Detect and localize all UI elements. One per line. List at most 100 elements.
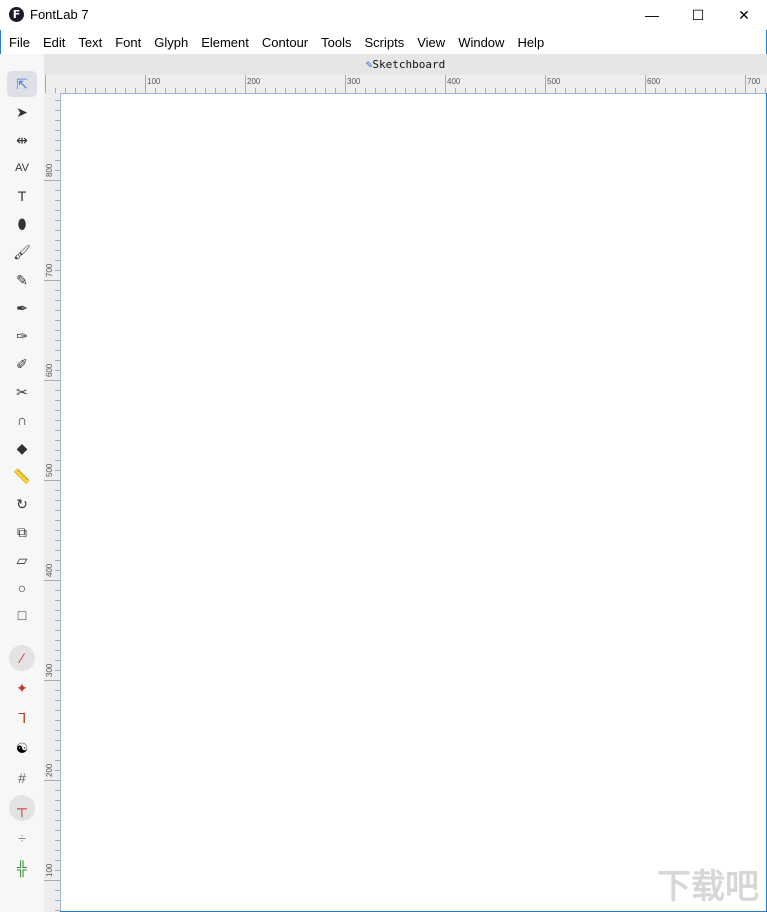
- slant-tool[interactable]: ▱: [7, 547, 37, 573]
- rotate-tool[interactable]: ↻: [7, 491, 37, 517]
- ruler-label: 100: [45, 863, 54, 877]
- watermark-logo: 下载吧: [657, 868, 759, 906]
- element-select-icon: ➤: [16, 103, 28, 120]
- magnet-tool[interactable]: ∩: [7, 407, 37, 433]
- ellipse-tool[interactable]: ○: [7, 575, 37, 601]
- ruler-tick: [44, 480, 60, 481]
- rapid-icon: ✑: [16, 327, 28, 344]
- top-ruler[interactable]: 100 200 300 400 500 600 700: [44, 75, 767, 93]
- ruler-tick: [645, 75, 646, 93]
- yin-yang-tool[interactable]: ☯: [7, 735, 37, 761]
- kerning-tool[interactable]: AV: [7, 155, 37, 181]
- corner-icon: ᒣ: [17, 709, 27, 726]
- scale-tool[interactable]: ⧉: [7, 519, 37, 545]
- menu-view[interactable]: View: [417, 35, 445, 50]
- menu-window[interactable]: Window: [458, 35, 504, 50]
- close-button[interactable]: ✕: [721, 0, 767, 30]
- corner-tool[interactable]: ᒣ: [7, 705, 37, 731]
- tab-label: Sketchboard: [372, 58, 446, 71]
- ruler-label: 700: [45, 263, 54, 277]
- pencil-tool[interactable]: ✎: [7, 267, 37, 293]
- power-nib-tool[interactable]: ✐: [7, 351, 37, 377]
- contour-select-tool[interactable]: ⇱: [7, 71, 37, 97]
- ruler-tick: [44, 380, 60, 381]
- hint-tool[interactable]: ╬: [7, 855, 37, 881]
- pen-tool[interactable]: ✒: [7, 295, 37, 321]
- text-icon: T: [17, 188, 27, 204]
- menu-bar: File Edit Text Font Glyph Element Contour Tools…: [0, 30, 767, 54]
- knife-icon: ✂: [16, 383, 28, 400]
- tee-tool[interactable]: ┬: [9, 795, 35, 821]
- rectangle-tool[interactable]: □: [7, 602, 37, 628]
- grid-icon: #: [18, 770, 26, 786]
- tee-icon: ┬: [17, 800, 27, 816]
- title-bar: F FontLab 7 — ☐ ✕: [0, 0, 767, 30]
- ruler-tick: [44, 180, 60, 181]
- ruler-label: 800: [45, 163, 54, 177]
- tab-sketchboard[interactable]: ✎Sketchboard: [44, 54, 767, 75]
- brush-icon: 🖌: [13, 243, 31, 260]
- menu-font[interactable]: Font: [115, 35, 141, 50]
- grid-tool[interactable]: #: [7, 765, 37, 791]
- metrics-tool[interactable]: ⇹: [7, 127, 37, 153]
- toolbar: ⇱ ➤ ⇹ AV T ⬮ 🖌 ✎ ✒ ✑ ✐ ✂ ∩ ◆ 📏 ↻ ⧉ ▱ ○ □ ⁄ ✦ ᒣ ☯ # ┬ ÷ ╬: [0, 54, 44, 912]
- ruler-label: 300: [45, 663, 54, 677]
- ruler-label: 500: [45, 463, 54, 477]
- menu-help[interactable]: Help: [517, 35, 544, 50]
- minimize-button[interactable]: —: [629, 0, 675, 30]
- ruler-label: 500: [547, 77, 561, 86]
- contour-select-icon: ⇱: [16, 75, 28, 92]
- left-ruler[interactable]: 800 700 600 500 400 300 200 100: [44, 93, 60, 912]
- anchor-tool[interactable]: ✦: [7, 675, 37, 701]
- text-tool[interactable]: T: [7, 183, 37, 209]
- ruler-tick: [44, 880, 60, 881]
- ruler-label: 400: [447, 77, 461, 86]
- curve-tool[interactable]: ⁄: [9, 645, 35, 671]
- guides-icon: ÷: [18, 830, 26, 846]
- fill-icon: ◆: [16, 439, 28, 456]
- ruler-icon: 📏: [13, 467, 31, 484]
- metrics-icon: ⇹: [16, 131, 28, 148]
- rectangle-icon: □: [17, 607, 27, 623]
- menu-scripts[interactable]: Scripts: [365, 35, 405, 50]
- menu-text[interactable]: Text: [78, 35, 102, 50]
- eraser-tool[interactable]: ⬮: [7, 211, 37, 237]
- maximize-button[interactable]: ☐: [675, 0, 721, 30]
- menu-element[interactable]: Element: [201, 35, 249, 50]
- menu-glyph[interactable]: Glyph: [154, 35, 188, 50]
- magnet-icon: ∩: [16, 412, 28, 428]
- ruler-tick: [445, 75, 446, 93]
- pencil-icon: ✎: [16, 271, 28, 288]
- ruler-tick: [44, 680, 60, 681]
- menu-edit[interactable]: Edit: [43, 35, 65, 50]
- ellipse-icon: ○: [17, 580, 27, 596]
- rotate-icon: ↻: [16, 495, 28, 512]
- ruler-label: 600: [45, 363, 54, 377]
- fill-tool[interactable]: ◆: [7, 435, 37, 461]
- ruler-label: 700: [747, 77, 761, 86]
- menu-contour[interactable]: Contour: [262, 35, 308, 50]
- glyph-canvas[interactable]: [60, 93, 766, 911]
- ruler-label: 200: [247, 77, 261, 86]
- menu-tools[interactable]: Tools: [321, 35, 351, 50]
- kerning-icon: AV: [15, 162, 29, 174]
- ruler-label: 200: [45, 763, 54, 777]
- scale-icon: ⧉: [17, 523, 27, 540]
- rapid-tool[interactable]: ✑: [7, 323, 37, 349]
- ruler-tick: [145, 75, 146, 93]
- eraser-icon: ⬮: [17, 215, 27, 232]
- element-select-tool[interactable]: ➤: [7, 99, 37, 125]
- ruler-tick: [45, 75, 46, 93]
- slant-icon: ▱: [16, 551, 28, 568]
- ruler-tick: [44, 580, 60, 581]
- guides-tool[interactable]: ÷: [7, 825, 37, 851]
- ruler-tool[interactable]: 📏: [7, 463, 37, 489]
- ruler-tick: [745, 75, 746, 93]
- hint-icon: ╬: [17, 860, 27, 876]
- brush-tool[interactable]: 🖌: [7, 239, 37, 265]
- menu-file[interactable]: File: [9, 35, 30, 50]
- ruler-tick: [345, 75, 346, 93]
- yin-yang-icon: ☯: [15, 739, 29, 756]
- knife-tool[interactable]: ✂: [7, 379, 37, 405]
- window-title: FontLab 7: [30, 7, 89, 22]
